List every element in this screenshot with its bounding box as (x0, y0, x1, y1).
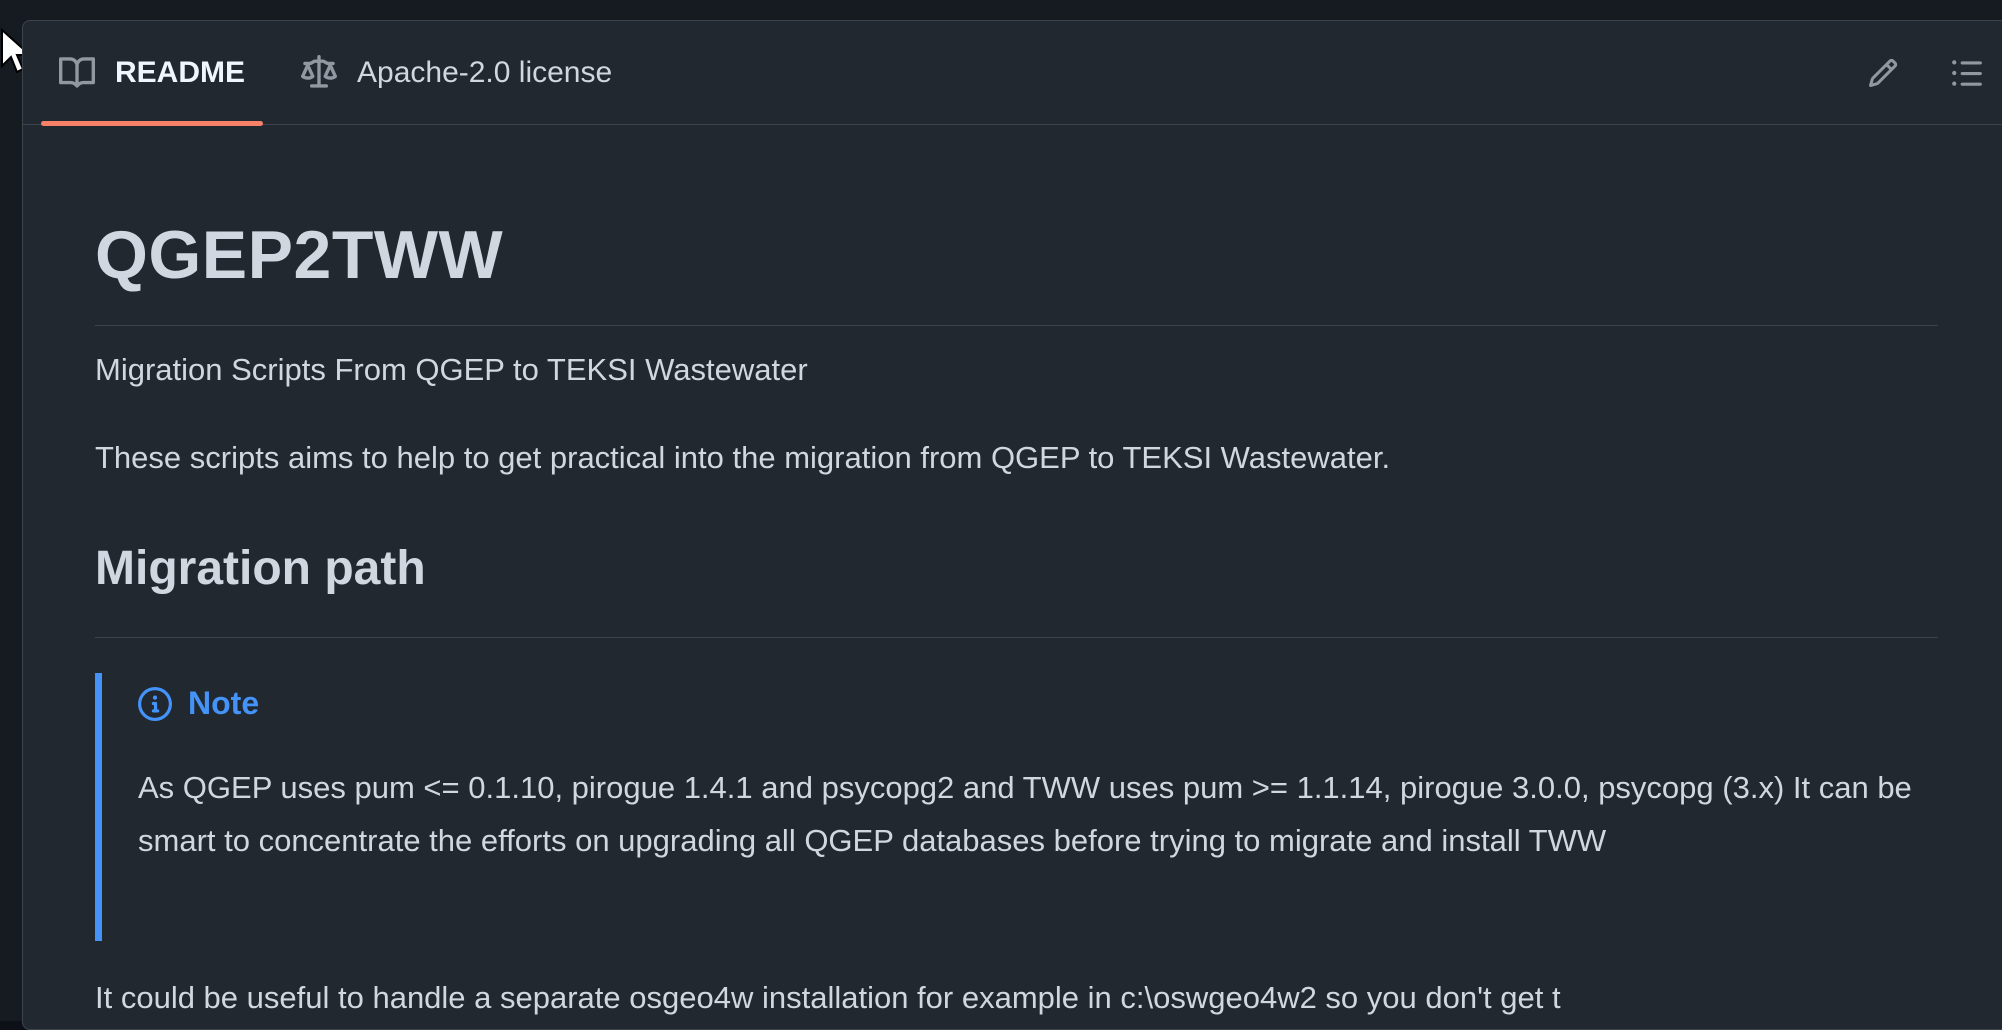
readme-trailing-paragraph: It could be useful to handle a separate … (95, 980, 1561, 1015)
tab-readme-label: README (115, 56, 246, 89)
section-divider (95, 637, 1938, 638)
pencil-icon (1868, 58, 1898, 88)
book-icon (59, 55, 95, 91)
note-title: Note (138, 685, 259, 722)
law-scale-icon (301, 55, 337, 91)
edit-readme-button[interactable] (1861, 51, 1905, 95)
readme-tab-bar: README Apache-2.0 license (23, 21, 2002, 126)
outline-button[interactable] (1945, 51, 1989, 95)
page-background: README Apache-2.0 license QGEP2TWW Migra… (0, 0, 2002, 1030)
tab-license-label: Apache-2.0 license (357, 56, 613, 89)
list-unordered-icon (1952, 60, 1982, 86)
readme-card: README Apache-2.0 license QGEP2TWW Migra… (22, 20, 2002, 1030)
note-body: As QGEP uses pum <= 0.1.10, pirogue 1.4.… (138, 770, 1912, 858)
readme-title: QGEP2TWW (95, 217, 504, 293)
readme-actions (1861, 21, 2002, 125)
note-label: Note (188, 685, 260, 721)
tab-license[interactable]: Apache-2.0 license (285, 21, 628, 125)
info-icon (138, 686, 172, 721)
note-callout: Note As QGEP uses pum <= 0.1.10, pirogue… (95, 673, 1938, 941)
readme-subtitle: Migration Scripts From QGEP to TEKSI Was… (95, 352, 808, 387)
section-heading-migration-path: Migration path (95, 542, 426, 595)
title-divider (95, 325, 1938, 326)
tab-readme[interactable]: README (41, 21, 264, 126)
readme-intro: These scripts aims to help to get practi… (95, 440, 1391, 475)
